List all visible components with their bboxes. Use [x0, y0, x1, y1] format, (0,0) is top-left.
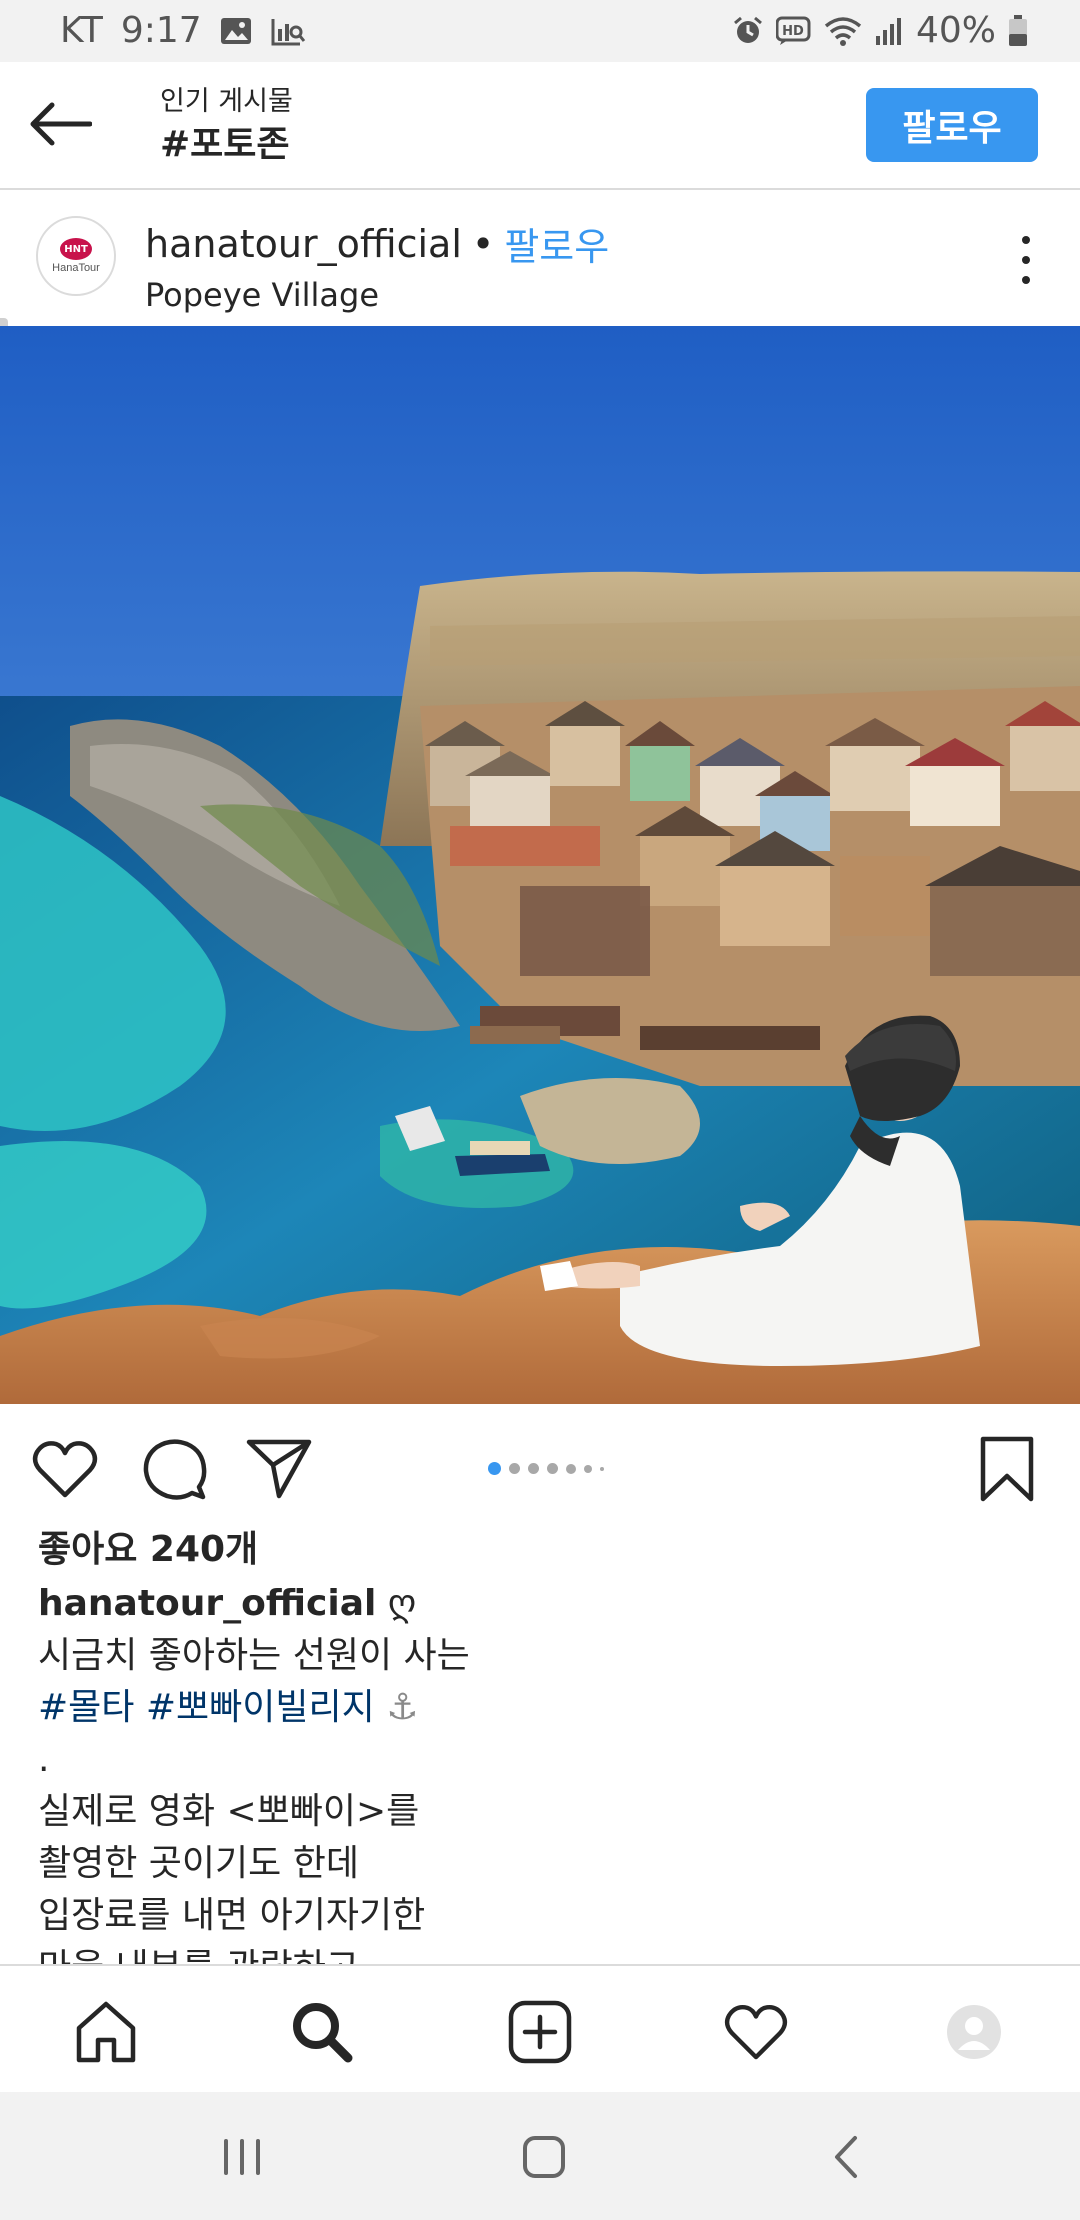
search-icon	[293, 2003, 353, 2063]
hd-voice-icon: HD	[775, 16, 812, 46]
recents-icon	[224, 2139, 260, 2175]
anchor-emoji: ⚓	[386, 1687, 419, 1728]
page-title: #포토존	[160, 124, 290, 165]
carousel-dot	[528, 1463, 539, 1474]
home-button[interactable]	[504, 2122, 584, 2192]
carrier-label: KT	[60, 10, 103, 51]
landscape-photo	[0, 326, 1080, 1404]
bottom-nav	[0, 1964, 1080, 2092]
activity-heart-icon	[724, 2005, 788, 2060]
system-nav-bar	[0, 2092, 1080, 2220]
carousel-indicator	[488, 1462, 604, 1475]
carousel-dot	[584, 1464, 592, 1473]
clock: 9:17	[120, 10, 202, 51]
save-button[interactable]	[972, 1434, 1042, 1504]
nav-search[interactable]	[284, 1994, 360, 2070]
home-button-icon	[523, 2136, 565, 2178]
hashtag-link[interactable]: #몰타	[38, 1687, 134, 1728]
bookmark-icon	[980, 1436, 1034, 1502]
more-vertical-icon	[1022, 236, 1030, 244]
caption-line: 입장료를 내면 아기자기한	[38, 1895, 426, 1936]
nav-home[interactable]	[68, 1994, 144, 2070]
back-icon	[835, 2136, 857, 2178]
more-options-button[interactable]	[1014, 232, 1038, 288]
avatar-logo-text: HanaTour	[52, 262, 100, 274]
add-post-icon	[508, 2000, 572, 2064]
post-user-line: hanatour_official • 팔로우	[145, 216, 609, 271]
post-header: HNT HanaTour hanatour_official • 팔로우 Pop…	[0, 192, 1080, 326]
chart-search-icon	[270, 15, 306, 47]
carousel-dot	[566, 1463, 576, 1474]
post-location[interactable]: Popeye Village	[145, 276, 379, 314]
back-button[interactable]	[24, 92, 96, 156]
caption-line: 실제로 영화 <뽀빠이>를	[38, 1791, 420, 1832]
home-icon	[76, 2001, 136, 2063]
likes-count[interactable]: 좋아요 240개	[38, 1522, 1038, 1578]
wifi-icon	[824, 16, 862, 46]
status-bar: KT 9:17 HD 40%	[0, 0, 1080, 62]
follow-hashtag-button[interactable]: 팔로우	[866, 88, 1038, 162]
separator-dot: •	[471, 221, 495, 266]
carousel-dot	[509, 1463, 520, 1474]
app-header: 인기 게시물 #포토존 팔로우	[0, 62, 1080, 190]
post-caption: 좋아요 240개 hanatour_official ღ 시금치 좋아하는 선원…	[38, 1522, 1038, 1964]
comment-button[interactable]	[140, 1434, 210, 1504]
follow-account-link[interactable]: 팔로우	[504, 216, 609, 271]
caption-author-line: hanatour_official ღ	[38, 1578, 1038, 1630]
carousel-dot-active	[488, 1462, 501, 1475]
paper-plane-icon	[246, 1439, 312, 1499]
carousel-dot	[547, 1463, 558, 1474]
caption-line: .	[38, 1739, 50, 1780]
heart-icon	[32, 1441, 98, 1498]
account-avatar[interactable]: HNT HanaTour	[36, 216, 116, 296]
caption-hashtag-line: #몰타 #뽀빠이빌리지 ⚓	[38, 1682, 1038, 1734]
caption-line: 촬영한 곳이기도 한데	[38, 1843, 359, 1884]
battery-percent: 40%	[915, 10, 996, 51]
carousel-dot	[600, 1466, 604, 1471]
post-username[interactable]: hanatour_official	[145, 222, 462, 266]
recents-button[interactable]	[202, 2122, 282, 2192]
caption-line: 마을 내부를 관람하고	[38, 1942, 1038, 1964]
header-subtitle: 인기 게시물	[160, 86, 293, 117]
arrow-left-icon	[30, 102, 92, 146]
alarm-icon	[732, 15, 764, 47]
avatar-logo: HNT	[60, 238, 92, 260]
hashtag-link[interactable]: #뽀빠이빌리지	[146, 1687, 375, 1728]
signal-icon	[874, 16, 904, 46]
like-button[interactable]	[30, 1434, 100, 1504]
post-actions	[0, 1404, 1080, 1524]
caption-emoji: ღ	[387, 1583, 417, 1624]
nav-activity[interactable]	[718, 1994, 794, 2070]
share-button[interactable]	[244, 1434, 314, 1504]
image-icon	[220, 16, 252, 46]
hd-label: HD	[782, 24, 804, 39]
caption-username[interactable]: hanatour_official	[38, 1583, 376, 1624]
comment-icon	[143, 1439, 207, 1500]
nav-new-post[interactable]	[502, 1994, 578, 2070]
post-photo[interactable]	[0, 326, 1080, 1404]
caption-line: 시금치 좋아하는 선원이 사는	[38, 1635, 470, 1676]
nav-profile[interactable]	[936, 1994, 1012, 2070]
header-text: 인기 게시물 #포토존	[160, 86, 293, 168]
battery-icon	[1008, 14, 1028, 47]
profile-avatar	[947, 2005, 1001, 2059]
system-back-button[interactable]	[806, 2122, 886, 2192]
